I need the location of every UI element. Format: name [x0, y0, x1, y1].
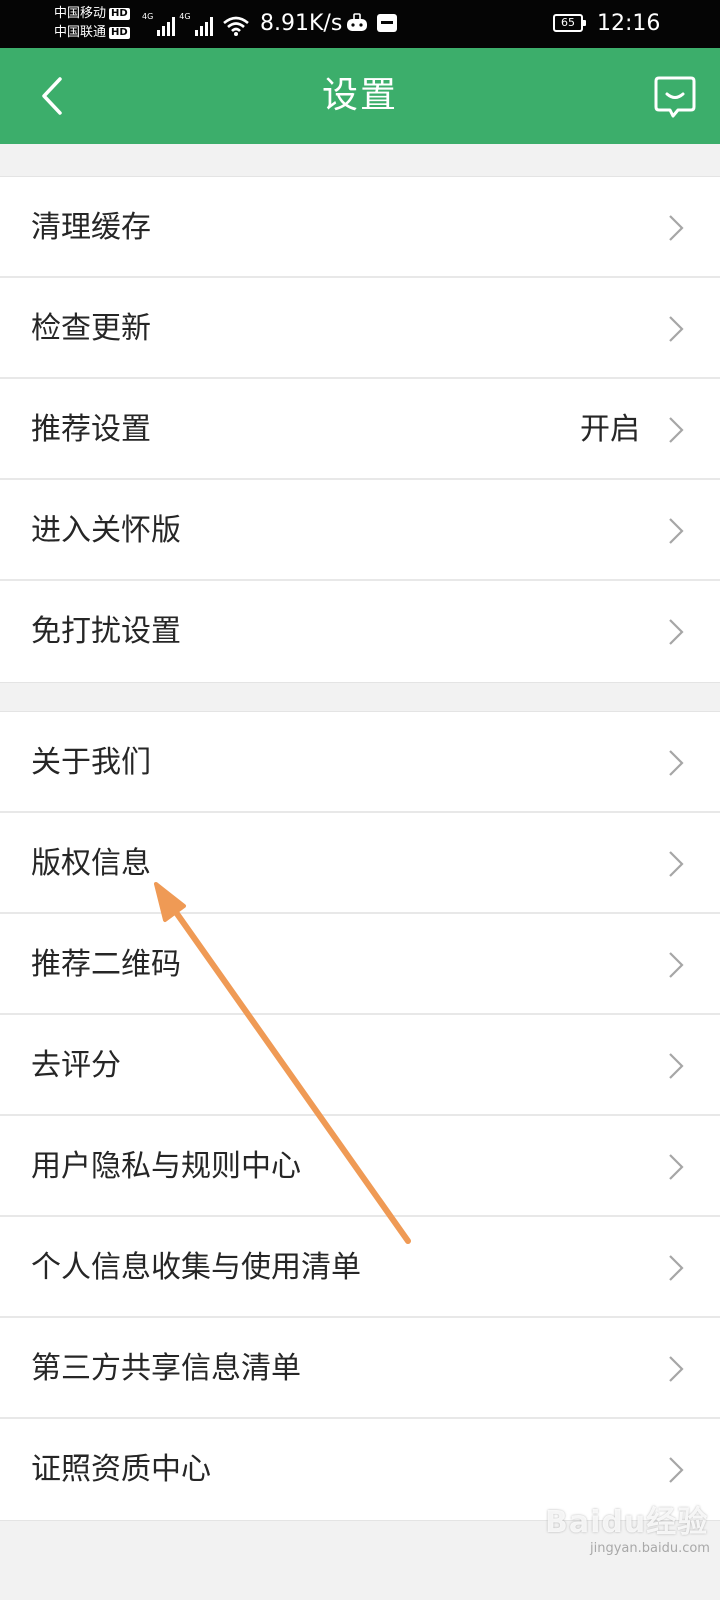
- page-title: 设置: [321, 75, 398, 116]
- settings-item-value: 开启: [580, 412, 640, 447]
- carrier-2: 中国联通: [54, 25, 107, 40]
- carrier-info: 中国移动 HD 中国联通 HD: [54, 4, 130, 42]
- chevron-right-icon: [669, 316, 684, 342]
- settings-item-label: 免打扰设置: [31, 614, 181, 649]
- chevron-right-icon: [669, 1255, 684, 1281]
- signal-bars-icon: [157, 16, 176, 36]
- chevron-right-icon: [669, 619, 684, 645]
- chevron-right-icon: [669, 851, 684, 877]
- settings-item-personal-info-list[interactable]: 个人信息收集与使用清单: [0, 1217, 720, 1318]
- wifi-icon: [222, 16, 249, 36]
- signal-icons: 4G 4G: [142, 12, 249, 36]
- net-speed: 8.91K/s: [260, 11, 343, 36]
- settings-item-about-us[interactable]: 关于我们: [0, 712, 720, 813]
- huawei-app-icon: [377, 14, 397, 32]
- settings-item-privacy-center[interactable]: 用户隐私与规则中心: [0, 1116, 720, 1217]
- chevron-right-icon: [669, 1154, 684, 1180]
- settings-group-general: 清理缓存 检查更新 推荐设置 开启 进入关怀版 免打扰设置: [0, 176, 720, 683]
- settings-item-label: 清理缓存: [31, 210, 151, 245]
- battery-level: 65: [561, 16, 575, 29]
- settings-item-do-not-disturb[interactable]: 免打扰设置: [0, 581, 720, 682]
- net-type-label: 4G: [142, 12, 154, 21]
- feedback-button[interactable]: [648, 70, 702, 124]
- settings-item-rate[interactable]: 去评分: [0, 1015, 720, 1116]
- settings-item-label: 进入关怀版: [31, 513, 181, 548]
- back-button[interactable]: [22, 66, 82, 126]
- watermark-url: jingyan.baidu.com: [590, 1541, 710, 1556]
- chevron-left-icon: [42, 77, 62, 115]
- chat-bubble-smile-icon: [654, 76, 696, 118]
- battery-icon: 65: [553, 14, 586, 32]
- clock: 12:16: [597, 11, 661, 36]
- settings-item-label: 用户隐私与规则中心: [31, 1149, 301, 1184]
- settings-item-care-mode[interactable]: 进入关怀版: [0, 480, 720, 581]
- hd-badge: HD: [109, 27, 130, 39]
- settings-item-third-party-list[interactable]: 第三方共享信息清单: [0, 1318, 720, 1419]
- settings-item-recommend[interactable]: 推荐设置 开启: [0, 379, 720, 480]
- chevron-right-icon: [669, 1053, 684, 1079]
- chevron-right-icon: [669, 750, 684, 776]
- settings-item-label: 去评分: [31, 1048, 121, 1083]
- settings-item-label: 证照资质中心: [31, 1452, 211, 1487]
- settings-item-qr-code[interactable]: 推荐二维码: [0, 914, 720, 1015]
- status-bar: 中国移动 HD 中国联通 HD 4G 4G 8.91K/s 65 12:16: [0, 0, 720, 48]
- settings-item-label: 关于我们: [31, 745, 151, 780]
- net-type-label: 4G: [179, 12, 191, 21]
- settings-item-label: 检查更新: [31, 311, 151, 346]
- chevron-right-icon: [669, 518, 684, 544]
- chevron-right-icon: [669, 1457, 684, 1483]
- nav-bar: 设置: [0, 48, 720, 144]
- signal-bars-icon: [194, 16, 213, 36]
- game-controller-icon: [347, 13, 367, 31]
- hd-badge: HD: [109, 8, 130, 20]
- chevron-right-icon: [669, 1356, 684, 1382]
- chevron-right-icon: [669, 952, 684, 978]
- settings-item-label: 版权信息: [31, 846, 151, 881]
- settings-item-label: 个人信息收集与使用清单: [31, 1250, 361, 1285]
- chevron-right-icon: [669, 215, 684, 241]
- settings-item-label: 第三方共享信息清单: [31, 1351, 301, 1386]
- notification-icons: [346, 13, 398, 33]
- settings-item-label: 推荐二维码: [31, 947, 181, 982]
- carrier-1: 中国移动: [54, 6, 107, 21]
- watermark-logo: Baidu经验: [545, 1505, 709, 1540]
- settings-item-check-update[interactable]: 检查更新: [0, 278, 720, 379]
- settings-item-label: 推荐设置: [31, 412, 151, 447]
- settings-group-about: 关于我们 版权信息 推荐二维码 去评分 用户隐私与规则中心 个人信息收集与使用清…: [0, 711, 720, 1521]
- settings-item-clear-cache[interactable]: 清理缓存: [0, 177, 720, 278]
- chevron-right-icon: [669, 417, 684, 443]
- settings-item-copyright[interactable]: 版权信息: [0, 813, 720, 914]
